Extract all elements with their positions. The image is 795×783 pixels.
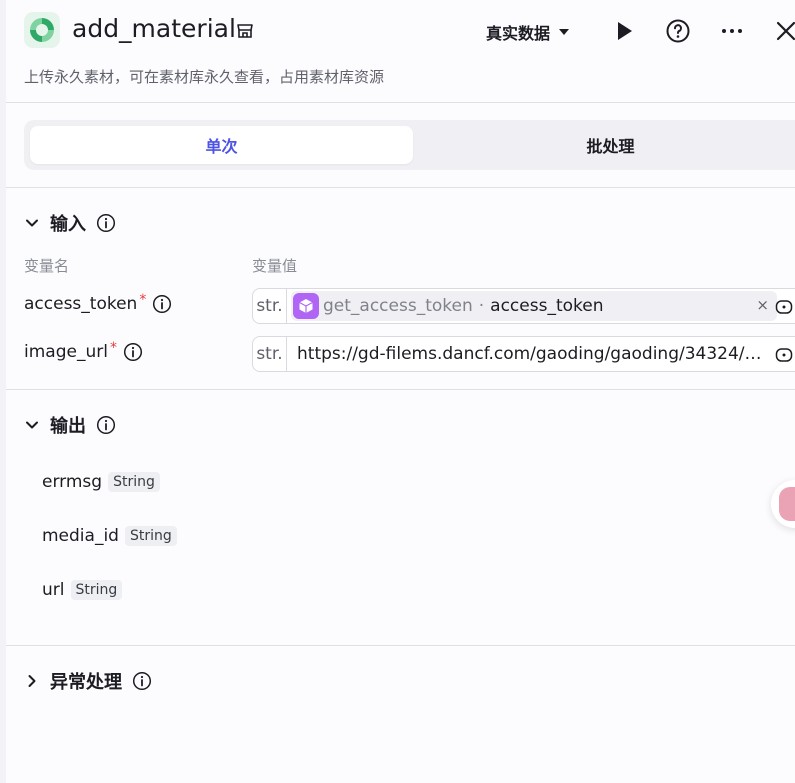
info-icon[interactable] bbox=[96, 415, 116, 435]
chevron-down-icon bbox=[26, 219, 38, 227]
type-selector[interactable]: str. bbox=[253, 337, 287, 371]
caret-down-icon bbox=[559, 29, 570, 35]
help-icon[interactable] bbox=[666, 19, 690, 43]
output-field-url: url String bbox=[42, 580, 123, 600]
output-field-media-id: media_id String bbox=[42, 526, 177, 546]
tab-single[interactable]: 单次 bbox=[30, 126, 413, 164]
output-field-name: url bbox=[42, 580, 65, 600]
output-section-title: 输出 bbox=[50, 416, 86, 437]
output-field-name: errmsg bbox=[42, 472, 103, 492]
info-icon[interactable] bbox=[123, 342, 143, 362]
remove-reference-button[interactable]: × bbox=[756, 296, 769, 314]
data-mode-label: 真实数据 bbox=[486, 24, 551, 43]
chevron-right-icon bbox=[28, 675, 36, 687]
variable-picker-icon[interactable] bbox=[775, 298, 793, 316]
param-name: access_token bbox=[24, 294, 138, 314]
column-header-value: 变量值 bbox=[252, 257, 298, 275]
cube-icon bbox=[293, 293, 319, 319]
variable-reference-chip[interactable]: get_access_token · access_token × bbox=[291, 291, 777, 321]
tabs-divider bbox=[6, 187, 795, 188]
ref-node-name: get_access_token bbox=[323, 296, 473, 316]
output-field-name: media_id bbox=[42, 526, 119, 546]
output-section-header[interactable]: 输出 bbox=[24, 412, 116, 438]
required-mark: * bbox=[139, 292, 147, 308]
param-name: image_url bbox=[24, 342, 108, 362]
input-section-title: 输入 bbox=[50, 214, 86, 235]
chevron-down-icon bbox=[26, 421, 38, 429]
required-mark: * bbox=[109, 340, 117, 356]
tab-batch[interactable]: 批处理 bbox=[419, 126, 795, 164]
store-icon[interactable] bbox=[236, 22, 254, 40]
output-divider bbox=[6, 645, 795, 646]
column-header-name: 变量名 bbox=[24, 257, 70, 275]
node-title: add_material bbox=[72, 14, 236, 43]
node-description: 上传永久素材，可在素材库永久查看，占用素材库资源 bbox=[24, 68, 385, 86]
error-handling-section-title: 异常处理 bbox=[50, 672, 122, 693]
info-icon[interactable] bbox=[132, 671, 152, 691]
plugin-logo-icon bbox=[30, 18, 54, 42]
param-image-url: image_url * bbox=[24, 340, 143, 362]
plugin-logo bbox=[24, 12, 60, 48]
error-handling-section-header[interactable]: 异常处理 bbox=[24, 668, 152, 694]
header-divider bbox=[6, 102, 795, 103]
variable-picker-icon[interactable] bbox=[775, 346, 793, 364]
more-icon[interactable] bbox=[720, 19, 744, 43]
type-badge: String bbox=[108, 472, 160, 492]
data-mode-select[interactable]: 真实数据 bbox=[486, 20, 570, 44]
image-url-input[interactable]: https://gd-filems.dancf.com/gaoding/gaod… bbox=[297, 344, 775, 364]
type-badge: String bbox=[70, 580, 123, 600]
input-section-header[interactable]: 输入 bbox=[24, 210, 116, 236]
play-icon[interactable] bbox=[612, 19, 636, 43]
param-access-token: access_token * bbox=[24, 292, 172, 314]
type-selector[interactable]: str. bbox=[253, 289, 287, 323]
access-token-value-field[interactable]: str. get_access_token · access_token × bbox=[252, 288, 795, 324]
ref-field-name: access_token bbox=[490, 296, 604, 316]
ref-separator: · bbox=[478, 296, 485, 316]
close-icon[interactable] bbox=[774, 19, 795, 43]
node-config-panel: add_material 真实数据 上传永久素材，可在素材库永久查看，占用素材库… bbox=[6, 0, 795, 783]
run-mode-tabs: 单次 批处理 bbox=[24, 120, 795, 170]
info-icon[interactable] bbox=[152, 294, 172, 314]
info-icon[interactable] bbox=[96, 213, 116, 233]
input-divider bbox=[6, 389, 795, 390]
assistant-icon bbox=[779, 487, 795, 521]
output-field-errmsg: errmsg String bbox=[42, 472, 160, 492]
type-badge: String bbox=[124, 526, 177, 546]
image-url-value-field[interactable]: str. https://gd-filems.dancf.com/gaoding… bbox=[252, 336, 795, 372]
